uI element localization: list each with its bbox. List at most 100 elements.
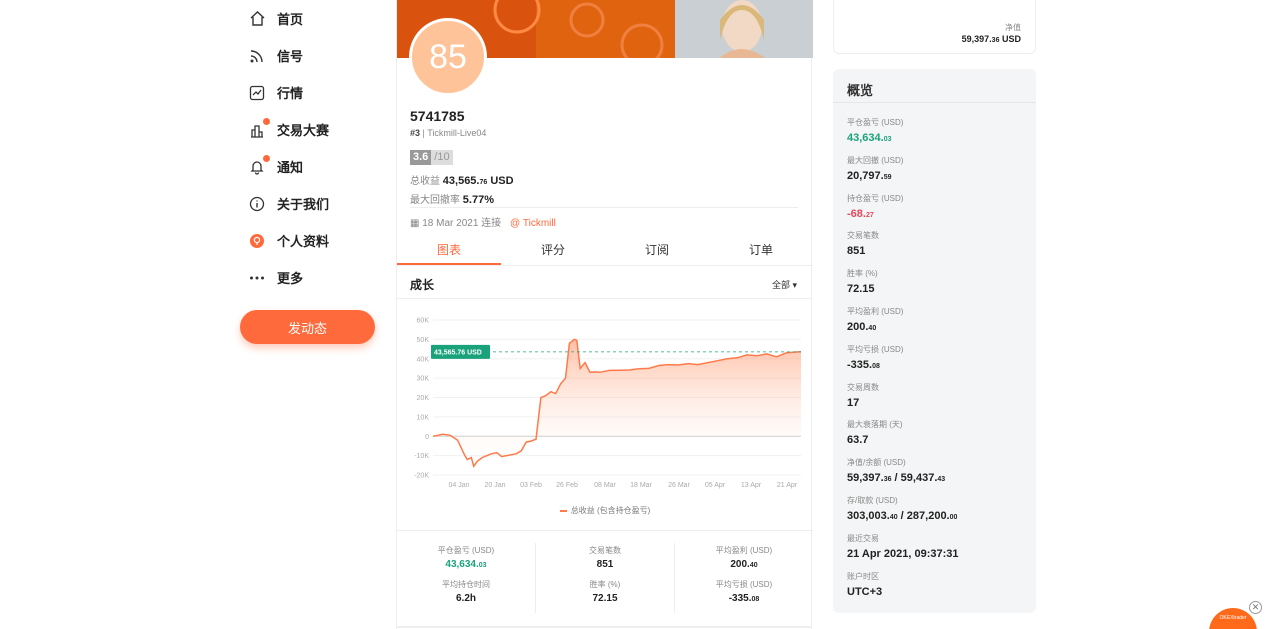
y-tick-label: 10K xyxy=(417,414,430,421)
stat-label: 平均持仓时间 xyxy=(442,580,490,589)
overview-item: 胜率 (%) 72.15 xyxy=(847,268,878,295)
overview-label: 最大衰落期 (天) xyxy=(847,420,903,430)
nav-item-profile[interactable]: 个人资料 xyxy=(248,222,380,259)
rating-value: 3.6 xyxy=(410,150,432,165)
overview-item: 持仓盈亏 (USD) -68.27 xyxy=(847,193,903,220)
nav-item-about[interactable]: 关于我们 xyxy=(248,185,380,222)
max-drawdown-label: 最大回撤率 xyxy=(410,195,460,206)
total-profit-dec: 76 xyxy=(479,179,488,186)
chart-legend: 总收益 (包含持仓盈亏) xyxy=(397,505,813,516)
nav-label: 关于我们 xyxy=(277,197,330,212)
rating-max: /10 xyxy=(431,150,453,165)
overview-item: 最大衰落期 (天) 63.7 xyxy=(847,419,903,446)
nav-label: 交易大赛 xyxy=(277,123,330,138)
stat-label: 胜率 (%) xyxy=(589,580,621,589)
summary-avg-hold: 平均持仓时间 6.2h xyxy=(397,579,535,604)
nav-item-home[interactable]: 首页 xyxy=(248,0,380,37)
overview-label: 持仓盈亏 (USD) xyxy=(847,193,904,203)
overview-value: 17 xyxy=(847,396,860,409)
joined-line: ▦ 18 Mar 2021 连接 @ Tickmill xyxy=(410,214,556,229)
overview-value: 72.15 xyxy=(847,283,875,296)
overview-label: 账户时区 xyxy=(847,571,879,581)
overview-item: 净值/余额 (USD) 59,397.36 / 59,437.43 xyxy=(847,457,945,484)
y-tick-label: 20K xyxy=(417,395,430,402)
widget-brand: OKEXtrader xyxy=(1219,615,1247,621)
stat-value: -335.08 xyxy=(728,593,760,604)
legend-swatch xyxy=(559,509,567,512)
divider xyxy=(397,626,811,628)
y-tick-label: 60K xyxy=(417,318,430,325)
nav-item-signals[interactable]: 信号 xyxy=(248,37,380,74)
post-button[interactable]: 发动态 xyxy=(240,310,375,344)
nav-item-contest[interactable]: 交易大赛 xyxy=(248,111,380,148)
tab-orders[interactable]: 订单 xyxy=(709,236,813,265)
tab-rating[interactable]: 评分 xyxy=(501,236,605,265)
nav-label: 首页 xyxy=(277,12,304,27)
bell-icon xyxy=(248,154,270,176)
nav-label: 个人资料 xyxy=(277,234,330,249)
overview-value: UTC+3 xyxy=(847,585,883,598)
net-value: 59,397.36 USD xyxy=(961,34,1021,44)
overview-panel: 概览 平仓盈亏 (USD) 43,634.03 最大回撤 (USD) 20,797.5… xyxy=(833,69,1036,613)
max-drawdown: 最大回撤率 5.77% xyxy=(410,191,494,206)
y-tick-label: 0 xyxy=(425,434,429,441)
stat-value: 6.2h xyxy=(455,593,476,604)
overview-value: -68.27 xyxy=(847,207,874,220)
summary-winrate: 胜率 (%) 72.15 xyxy=(536,579,674,604)
rank: #3 xyxy=(410,128,421,138)
x-tick-label: 18 Mar xyxy=(630,482,652,489)
stat-value: 43,634.03 xyxy=(445,559,487,570)
nav-item-notifications[interactable]: 通知 xyxy=(248,148,380,185)
stat-value: 851 xyxy=(596,559,614,570)
x-tick-label: 26 Mar xyxy=(668,482,690,489)
divider xyxy=(410,207,798,208)
overview-item: 最近交易 21 Apr 2021, 09:37:31 xyxy=(847,533,959,560)
overview-item: 存/取款 (USD) 303,003.40 / 287,200.00 xyxy=(847,495,957,522)
profile-icon xyxy=(248,232,266,250)
y-tick-label: 50K xyxy=(417,337,430,344)
y-tick-label: -10K xyxy=(414,453,429,460)
notification-dot xyxy=(263,117,270,125)
x-tick-label: 05 Apr xyxy=(705,482,726,489)
close-icon[interactable]: ✕ xyxy=(1249,601,1262,614)
info-icon xyxy=(248,195,266,213)
tab-subscribe[interactable]: 订阅 xyxy=(605,236,709,265)
overview-value: 303,003.40 / 287,200.00 xyxy=(847,510,958,522)
summary-avg-loss: 平均亏损 (USD) -335.08 xyxy=(675,579,813,604)
total-profit-int: 43,565. xyxy=(442,175,480,187)
tab-chart[interactable]: 图表 xyxy=(397,236,501,265)
x-tick-label: 26 Feb xyxy=(556,482,578,489)
page-root: 首页 信号 行情 交易大赛 通知 关于我们 个人资料 更多 发动态 85 574… xyxy=(0,0,1280,629)
overview-value: 20,797.59 xyxy=(847,169,892,182)
nav-label: 行情 xyxy=(277,86,304,101)
overview-label: 交易笔数 xyxy=(847,231,879,241)
joined-date: 18 Mar 2021 连接 xyxy=(422,218,502,229)
range-dropdown[interactable]: 全部 ▾ xyxy=(772,278,797,291)
nav-item-more[interactable]: 更多 xyxy=(248,259,380,296)
overview-label: 平仓盈亏 (USD) xyxy=(847,118,904,127)
overview-value: 63.7 xyxy=(847,434,869,447)
summary-closed-pl: 平仓盈亏 (USD) 43,634.03 xyxy=(397,545,535,570)
x-tick-label: 04 Jan xyxy=(448,482,469,489)
overview-item: 交易笔数 851 xyxy=(847,230,879,257)
overview-label: 平均盈利 (USD) xyxy=(847,307,904,316)
growth-title: 成长 xyxy=(410,278,435,292)
nav-label: 通知 xyxy=(277,160,304,175)
broker-link[interactable]: @ Tickmill xyxy=(510,218,556,229)
rating-badge: 3.6 /10 xyxy=(410,150,453,165)
legend-label: 总收益 (包含持仓盈亏) xyxy=(570,506,651,515)
overview-label: 存/取款 (USD) xyxy=(847,496,898,505)
stat-value: 72.15 xyxy=(592,593,618,604)
summary-avg-profit: 平均盈利 (USD) 200.40 xyxy=(675,545,813,570)
chart-icon xyxy=(248,84,266,102)
total-profit-unit: USD xyxy=(490,175,514,187)
nav-item-market[interactable]: 行情 xyxy=(248,74,380,111)
summary-stats: 平仓盈亏 (USD) 43,634.03 交易笔数 851 平均盈利 (USD)… xyxy=(397,530,813,620)
overview-label: 净值/余额 (USD) xyxy=(847,458,906,468)
overview-label: 平均亏损 (USD) xyxy=(847,344,904,354)
current-value-label: 43,565.76 USD xyxy=(434,349,482,356)
overview-item: 账户时区 UTC+3 xyxy=(847,571,882,598)
x-tick-label: 03 Feb xyxy=(520,482,542,489)
stat-label: 平仓盈亏 (USD) xyxy=(437,546,495,555)
rank-line: #3 | Tickmill-Live04 xyxy=(410,128,487,138)
